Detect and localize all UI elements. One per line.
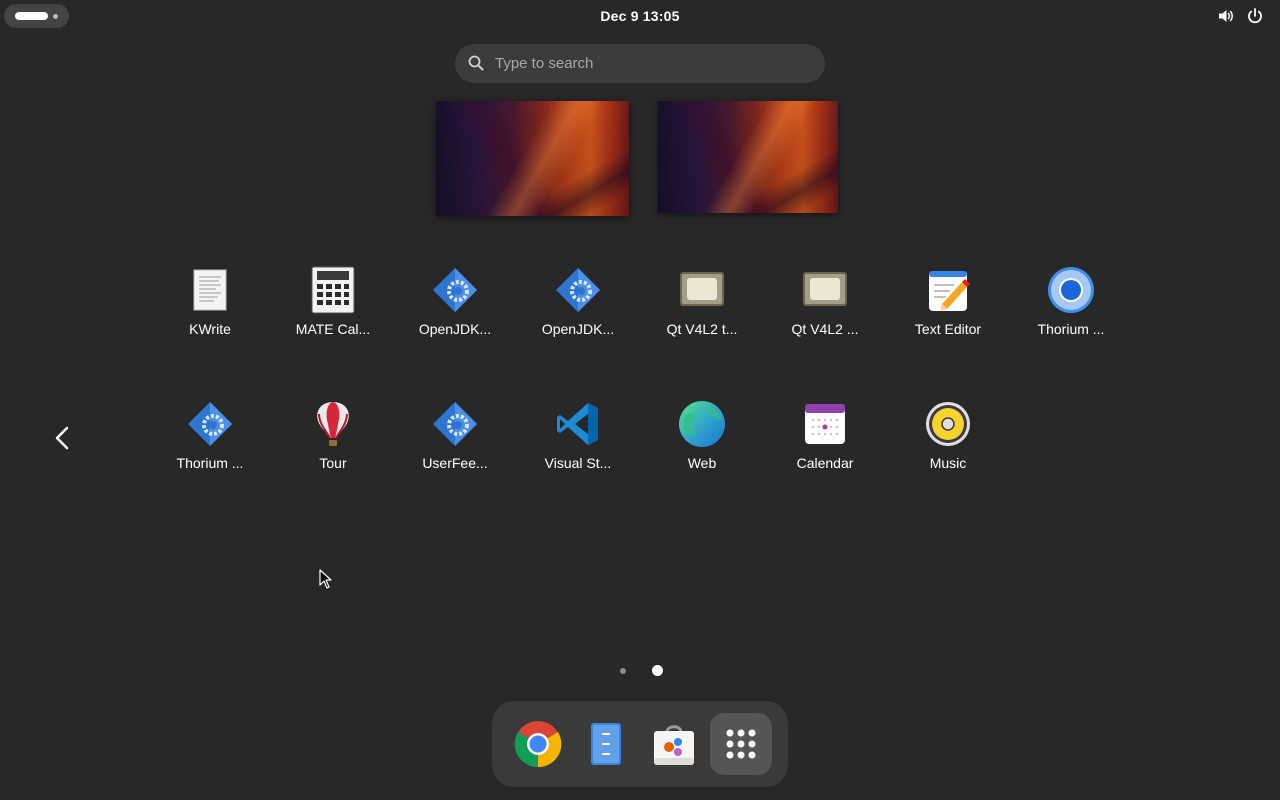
java-gear-icon	[433, 402, 477, 446]
app-music[interactable]: Music	[886, 400, 1006, 486]
search-box[interactable]	[455, 44, 825, 83]
app-label: MATE Cal...	[295, 321, 371, 337]
app-userfeedback[interactable]: UserFee...	[393, 400, 513, 486]
app-grid-icon	[726, 729, 756, 759]
search-icon	[468, 55, 484, 71]
previous-page-button[interactable]	[50, 424, 76, 452]
app-label: Visual St...	[544, 455, 612, 471]
wallpaper	[658, 101, 838, 213]
top-bar: Dec 9 13:05	[0, 0, 1280, 32]
app-qt-v4l2-2[interactable]: Qt V4L2 ...	[763, 266, 883, 352]
workspace-thumbnail-2[interactable]	[658, 101, 838, 213]
calendar-icon	[805, 404, 845, 444]
app-calendar[interactable]: Calendar	[763, 400, 883, 486]
app-thorium-java[interactable]: Thorium ...	[148, 400, 268, 486]
app-label: Qt V4L2 ...	[791, 321, 859, 337]
chevron-left-icon	[55, 426, 69, 450]
kwrite-icon	[193, 269, 227, 311]
page-indicator-1[interactable]	[620, 668, 626, 674]
app-qt-v4l2-test[interactable]: Qt V4L2 t...	[640, 266, 760, 352]
clock[interactable]: Dec 9 13:05	[0, 8, 1280, 24]
search-input[interactable]	[495, 44, 805, 83]
app-openjdk-1[interactable]: OpenJDK...	[393, 266, 513, 352]
app-label: Text Editor	[914, 321, 982, 337]
app-thorium-browser[interactable]: Thorium ...	[1009, 266, 1129, 352]
app-label: Thorium ...	[176, 455, 244, 471]
webcam-icon	[803, 272, 847, 306]
dash-item-files[interactable]	[575, 713, 637, 775]
page-indicator-2[interactable]	[652, 665, 663, 676]
thorium-browser-icon	[1048, 267, 1094, 313]
app-label: OpenJDK...	[541, 321, 615, 337]
text-editor-icon	[929, 271, 970, 311]
calculator-icon	[311, 266, 355, 314]
app-label: Qt V4L2 t...	[666, 321, 738, 337]
mouse-cursor-icon	[319, 569, 332, 589]
webcam-icon	[680, 272, 724, 306]
app-label: KWrite	[189, 321, 231, 337]
app-openjdk-2[interactable]: OpenJDK...	[516, 266, 636, 352]
dash-item-software[interactable]	[643, 713, 705, 775]
app-mate-calculator[interactable]: MATE Cal...	[271, 266, 391, 352]
app-label: Web	[687, 455, 717, 471]
app-web[interactable]: Web	[640, 400, 760, 486]
app-text-editor[interactable]: Text Editor	[886, 266, 1006, 352]
app-tour[interactable]: Tour	[271, 400, 391, 486]
app-label: Tour	[319, 455, 347, 471]
app-label: Music	[929, 455, 967, 471]
app-kwrite[interactable]: KWrite	[148, 266, 268, 352]
java-gear-icon	[433, 268, 477, 312]
balloon-icon	[317, 402, 349, 446]
vscode-icon	[557, 403, 598, 445]
app-label: UserFee...	[422, 455, 488, 471]
java-gear-icon	[556, 268, 600, 312]
power-icon[interactable]	[1246, 7, 1264, 25]
app-label: Thorium ...	[1037, 321, 1105, 337]
chrome-icon	[514, 721, 562, 768]
java-gear-icon	[188, 402, 232, 446]
dash	[492, 701, 788, 787]
app-label: Calendar	[796, 455, 854, 471]
workspace-thumbnail-1[interactable]	[436, 101, 629, 216]
app-label: OpenJDK...	[418, 321, 492, 337]
dash-item-show-apps[interactable]	[710, 713, 772, 775]
files-icon	[591, 723, 621, 765]
app-visual-studio-code[interactable]: Visual St...	[516, 400, 636, 486]
globe-icon	[679, 401, 725, 447]
volume-icon[interactable]	[1217, 7, 1235, 25]
software-store-icon	[654, 725, 694, 765]
wallpaper	[436, 101, 629, 216]
music-speaker-icon	[926, 402, 970, 446]
dash-item-chrome[interactable]	[507, 713, 569, 775]
